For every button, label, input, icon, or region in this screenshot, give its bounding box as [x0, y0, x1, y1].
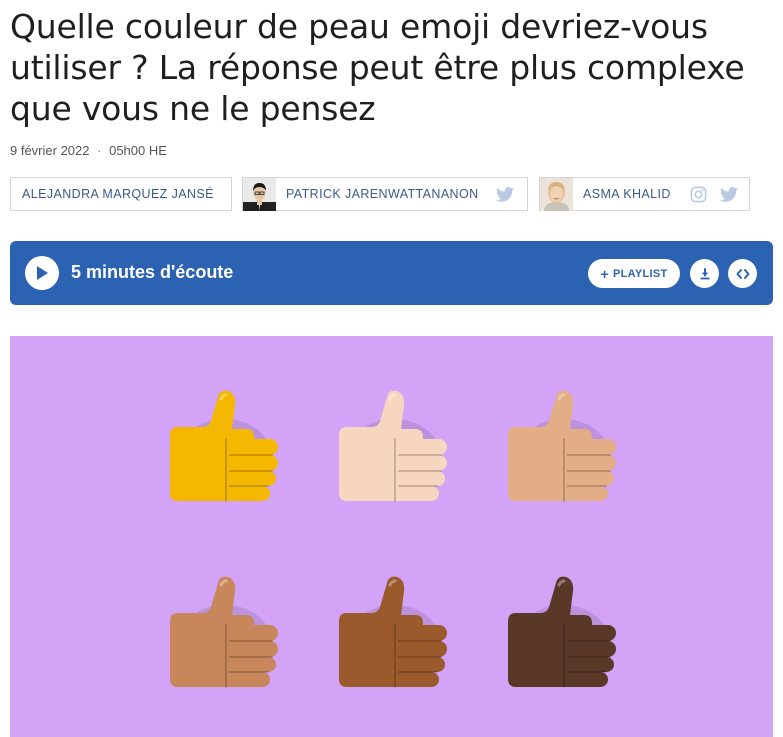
avatar: [540, 177, 573, 211]
twitter-icon[interactable]: [495, 184, 515, 204]
publish-date: 9 février 2022: [10, 143, 90, 158]
play-icon: [35, 265, 49, 281]
thumbs-up-medium-light: [506, 389, 618, 503]
thumbs-up-medium: [168, 575, 280, 689]
byline-name[interactable]: ALEJANDRA MARQUEZ JANSÉ: [22, 187, 214, 201]
listen-duration-label: 5 minutes d'écoute: [71, 262, 234, 282]
download-button[interactable]: [690, 259, 719, 288]
dateline: 9 février 2022 · 05h00 HE: [10, 143, 167, 158]
byline-name[interactable]: ASMA KHALID: [583, 187, 671, 201]
embed-icon: [736, 268, 750, 280]
publish-time: 05h00 HE: [109, 143, 167, 158]
plus-icon: +: [600, 265, 609, 282]
add-to-playlist-button[interactable]: + PLAYLIST: [588, 259, 680, 288]
play-button[interactable]: [25, 256, 59, 290]
thumbs-up-dark: [506, 575, 618, 689]
byline-asma-khalid[interactable]: ASMA KHALID: [539, 177, 750, 211]
playlist-label: PLAYLIST: [612, 267, 668, 280]
byline-patrick-jarenwattananon[interactable]: PATRICK JARENWATTANANON: [242, 177, 528, 211]
avatar: [243, 177, 276, 211]
thumbs-up-medium-dark: [337, 575, 449, 689]
byline-name[interactable]: PATRICK JARENWATTANANON: [286, 187, 479, 201]
thumbs-up-yellow: [168, 389, 280, 503]
instagram-icon[interactable]: [689, 184, 709, 204]
thumbs-up-light: [337, 389, 449, 503]
embed-button[interactable]: [728, 259, 757, 288]
byline-alejandra-marquez-janse[interactable]: ALEJANDRA MARQUEZ JANSÉ: [10, 177, 232, 211]
twitter-icon[interactable]: [719, 184, 739, 204]
hero-image: [10, 336, 773, 737]
date-separator: ·: [97, 143, 102, 158]
article-title: Quelle couleur de peau emoji devriez-vou…: [10, 7, 745, 128]
audio-player: 5 minutes d'écoute + PLAYLIST: [10, 241, 773, 305]
download-icon: [699, 267, 711, 280]
